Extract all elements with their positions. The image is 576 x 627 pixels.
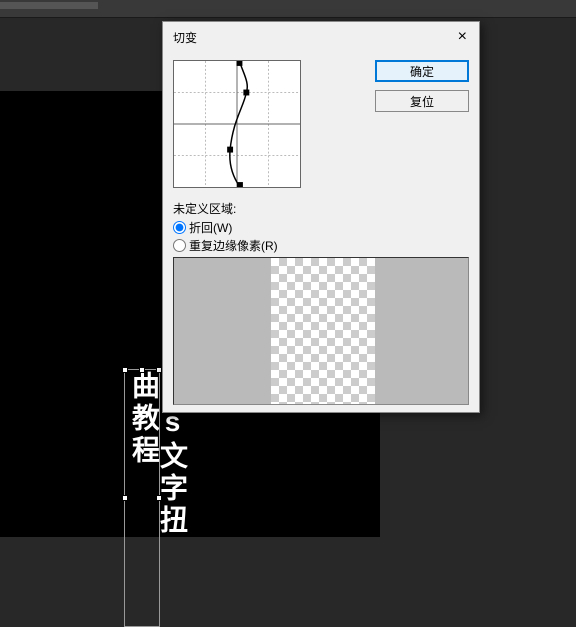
radio-wrap[interactable]: 折回(W): [173, 219, 278, 236]
shear-grid-svg: [174, 61, 300, 187]
radio-wrap-input[interactable]: [173, 221, 186, 234]
close-icon[interactable]: ×: [456, 28, 469, 46]
group-label: 未定义区域:: [173, 200, 278, 217]
dialog-title-bar[interactable]: 切变 ×: [163, 22, 479, 52]
dialog-buttons: 确定 复位: [375, 60, 469, 112]
app-top-bar: [0, 0, 576, 18]
curve-handle[interactable]: [237, 61, 243, 66]
curve-handle[interactable]: [237, 182, 243, 187]
shear-dialog: 切变 × 未定义区域: 折回(W) 重复边缘像素(R) 确定: [162, 21, 480, 413]
preview-transparency-checker: [271, 258, 375, 404]
radio-wrap-label: 折回(W): [189, 219, 232, 236]
shear-curve-editor[interactable]: [173, 60, 301, 188]
undefined-area-group: 未定义区域: 折回(W) 重复边缘像素(R): [173, 200, 278, 254]
transform-handle[interactable]: [122, 495, 128, 501]
reset-button[interactable]: 复位: [375, 90, 469, 112]
top-bar-segment: [0, 2, 98, 9]
transform-handle[interactable]: [122, 367, 128, 373]
dialog-title: 切变: [173, 29, 197, 46]
radio-repeat-input[interactable]: [173, 239, 186, 252]
radio-repeat-label: 重复边缘像素(R): [189, 237, 278, 254]
curve-handle[interactable]: [243, 90, 249, 96]
ok-button[interactable]: 确定: [375, 60, 469, 82]
radio-repeat[interactable]: 重复边缘像素(R): [173, 237, 278, 254]
preview-panel: [173, 257, 469, 405]
curve-handle[interactable]: [227, 147, 233, 153]
